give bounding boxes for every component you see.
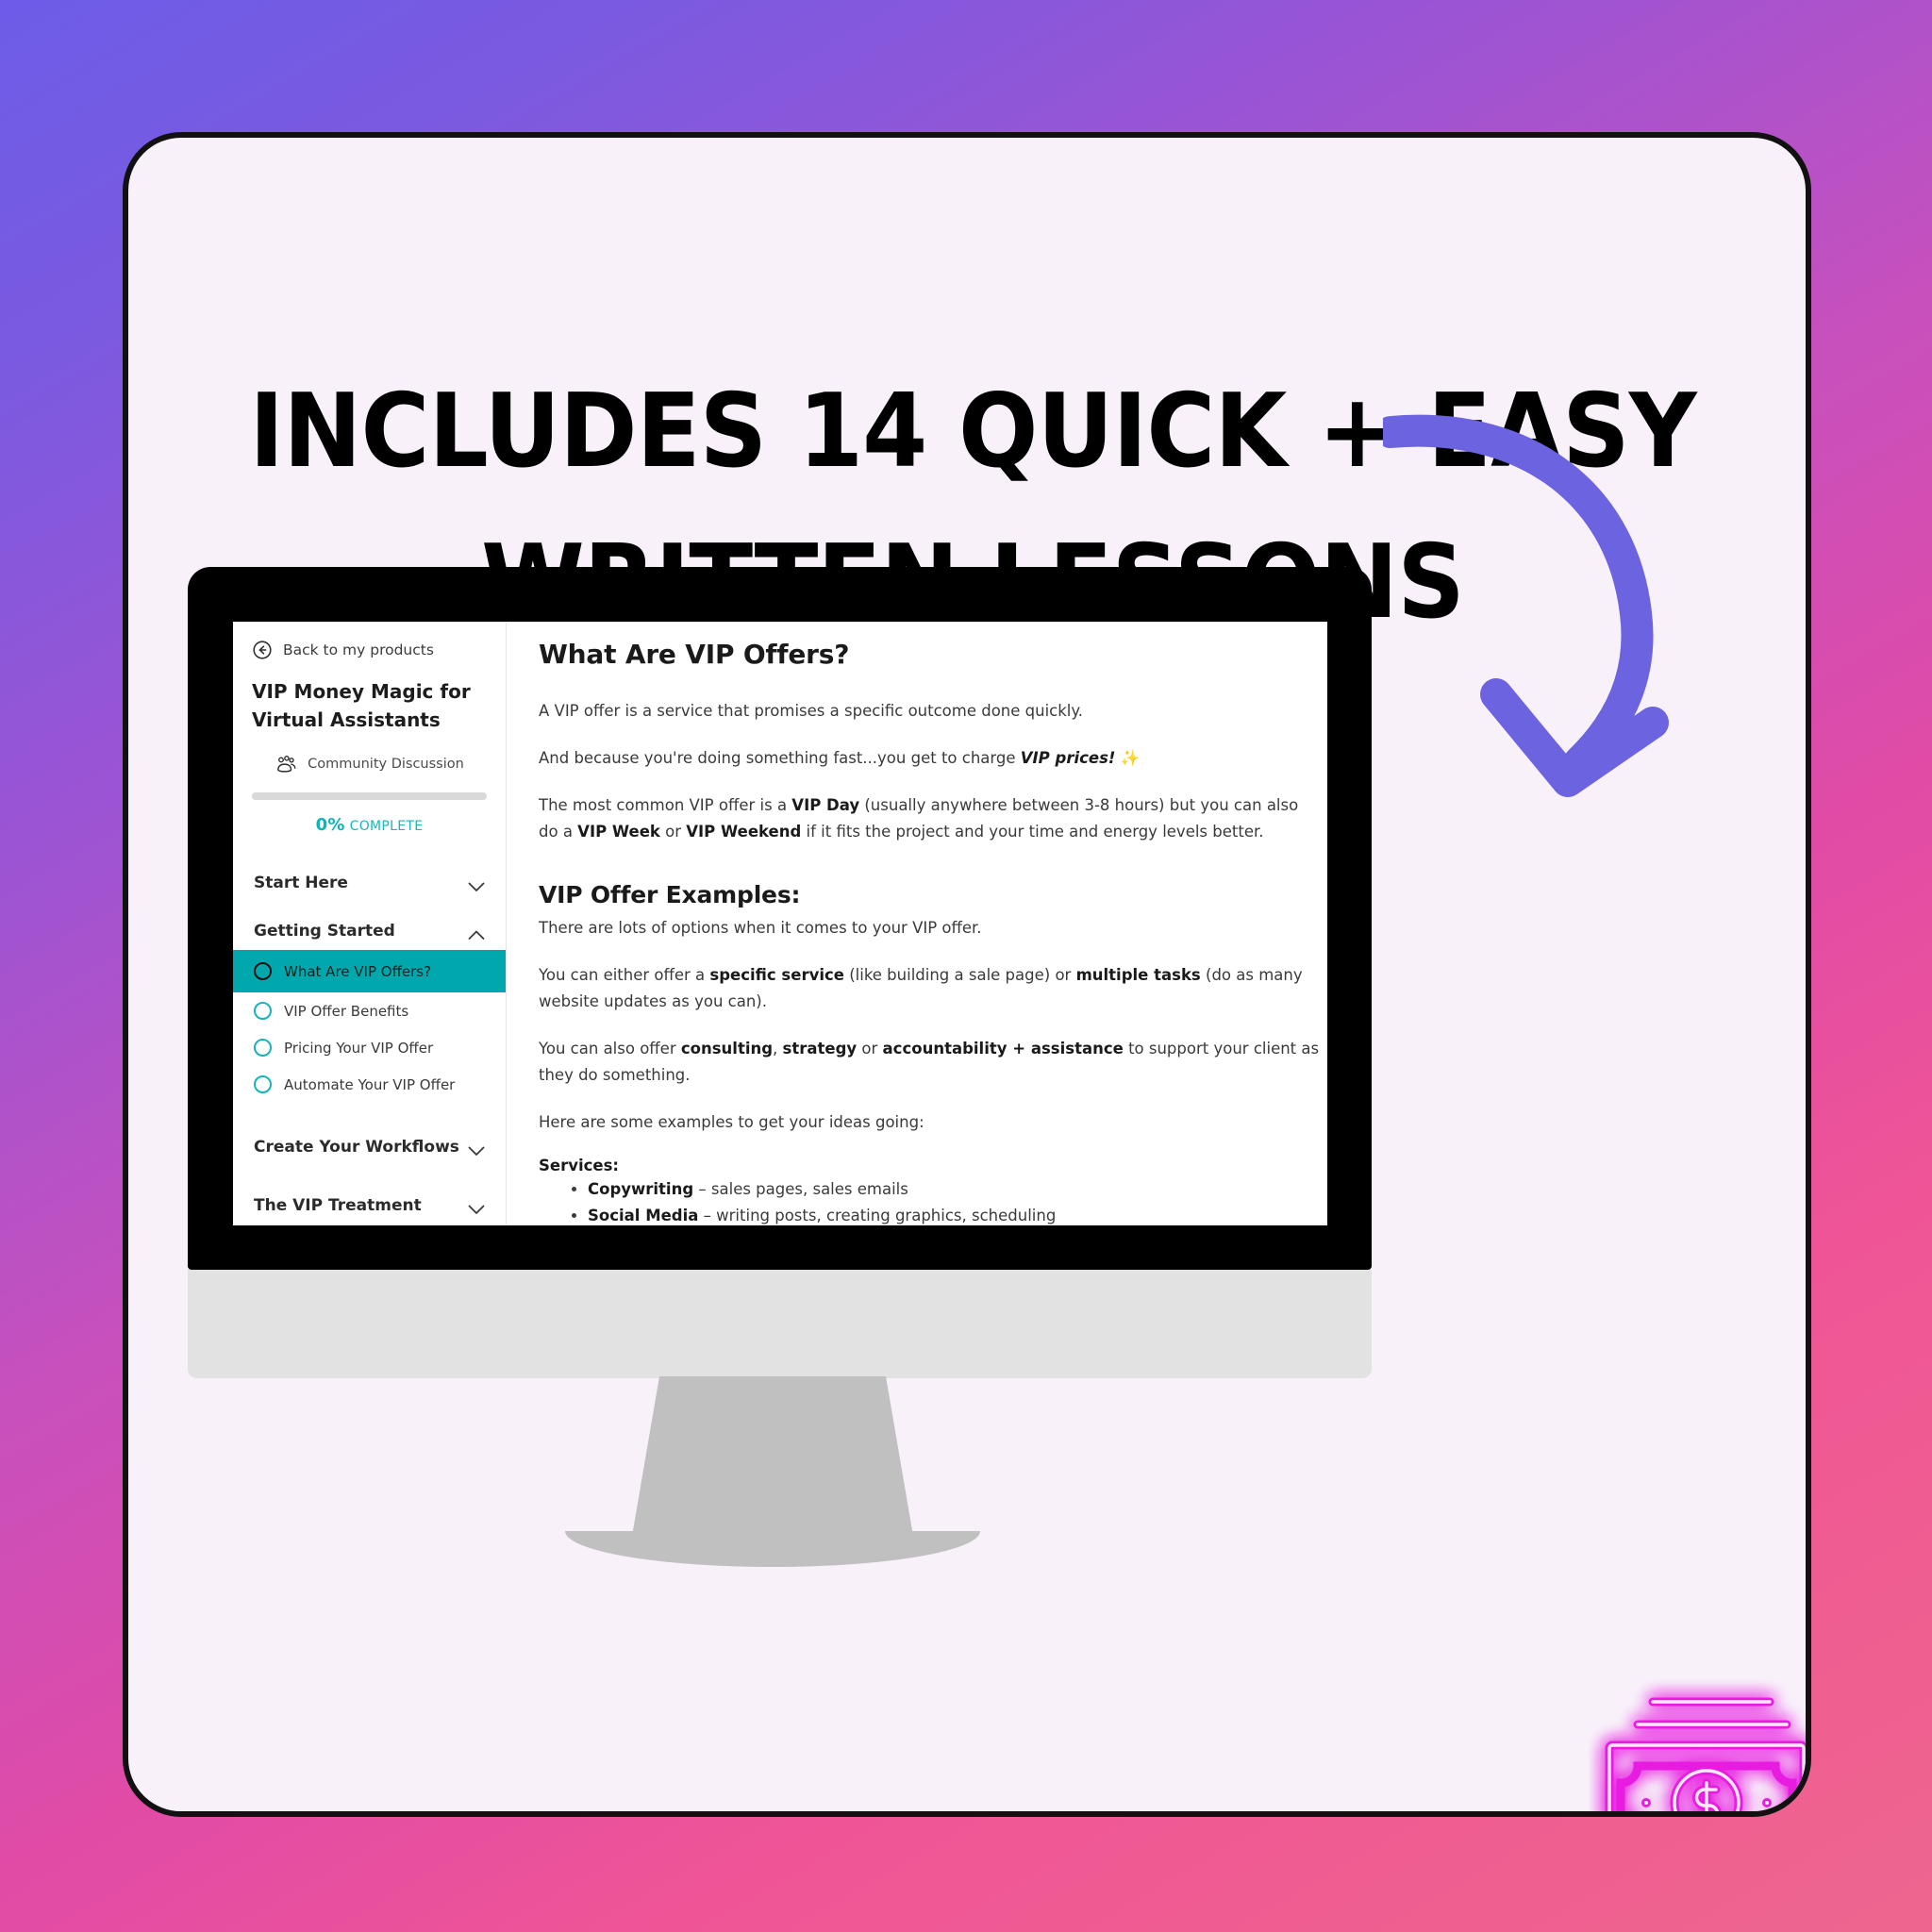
services-list: Copywriting – sales pages, sales emails … xyxy=(588,1176,1327,1225)
progress-bar xyxy=(252,792,487,800)
chevron-down-icon xyxy=(468,878,485,891)
paragraph-6-bold-accountability: accountability + assistance xyxy=(882,1040,1124,1058)
lesson-label: Automate Your VIP Offer xyxy=(284,1075,456,1093)
community-people-icon xyxy=(275,755,297,774)
monitor-screen: Back to my products VIP Money Magic for … xyxy=(233,622,1327,1225)
sidebar-section-label: Create Your Workflows xyxy=(254,1138,459,1157)
lesson-label: VIP Offer Benefits xyxy=(284,1002,409,1020)
sidebar-section-getting-started[interactable]: Getting Started xyxy=(233,908,506,950)
sidebar-lesson-what-are-vip-offers[interactable]: What Are VIP Offers? xyxy=(233,950,506,992)
paragraph-5-text-b: (like building a sale page) or xyxy=(843,966,1076,984)
lesson-status-circle-icon xyxy=(254,1075,272,1093)
lesson-paragraph-4: There are lots of options when it comes … xyxy=(539,919,982,937)
chevron-up-icon xyxy=(468,926,485,940)
monitor-stand-column xyxy=(631,1376,914,1541)
sidebar-section-label: Getting Started xyxy=(254,922,395,941)
lesson-paragraph-1: A VIP offer is a service that promises a… xyxy=(539,702,1084,720)
community-discussion-label: Community Discussion xyxy=(308,757,464,772)
paragraph-3-bold-vip-weekend: VIP Weekend xyxy=(686,823,802,841)
service-term: Social Media xyxy=(588,1207,699,1224)
lesson-paragraph-6: You can also offer consulting, strategy … xyxy=(539,1036,1322,1089)
paragraph-6-text-b: , xyxy=(773,1040,783,1058)
lesson-subheading: VIP Offer Examples: xyxy=(539,881,801,908)
service-desc: – sales pages, sales emails xyxy=(693,1180,908,1198)
chevron-down-icon xyxy=(468,1142,485,1156)
lesson-paragraph-5: You can either offer a specific service … xyxy=(539,962,1322,1015)
paragraph-6-bold-strategy: strategy xyxy=(782,1040,858,1058)
back-to-products-link[interactable]: Back to my products xyxy=(233,622,506,675)
course-title: VIP Money Magic for Virtual Assistants xyxy=(252,680,471,731)
lesson-content: What Are VIP Offers? A VIP offer is a se… xyxy=(507,622,1327,1225)
sidebar-lesson-pricing-your-vip-offer[interactable]: Pricing Your VIP Offer xyxy=(233,1029,506,1066)
paragraph-6-text-c: or xyxy=(857,1040,883,1058)
poster-card: INCLUDES 14 QUICK + EASY WRITTEN LESSONS xyxy=(123,132,1811,1817)
sidebar-section-label: The VIP Treatment xyxy=(254,1196,422,1215)
sidebar-section-label: Start Here xyxy=(254,874,348,892)
paragraph-6-bold-consulting: consulting xyxy=(680,1040,774,1058)
monitor-stand-base xyxy=(565,1531,980,1567)
neon-banknote-dollar-icon xyxy=(1589,1675,1806,1811)
paragraph-3-text-d: if it fits the project and your time and… xyxy=(801,823,1264,841)
sidebar-lesson-vip-offer-benefits[interactable]: VIP Offer Benefits xyxy=(233,992,506,1029)
progress-percent: 0% xyxy=(315,815,345,835)
service-term: Copywriting xyxy=(588,1180,694,1198)
service-desc: – writing posts, creating graphics, sche… xyxy=(698,1207,1057,1224)
lesson-status-circle-icon xyxy=(254,962,272,980)
monitor-mockup: Back to my products VIP Money Magic for … xyxy=(188,567,1372,1605)
community-discussion-link[interactable]: Community Discussion xyxy=(233,734,506,789)
services-label: Services: xyxy=(539,1157,620,1174)
chevron-down-icon xyxy=(468,1201,485,1214)
progress-label: 0% COMPLETE xyxy=(233,800,506,835)
paragraph-6-text-a: You can also offer xyxy=(539,1040,681,1058)
paragraph-5-bold-specific-service: specific service xyxy=(709,966,844,984)
back-link-label: Back to my products xyxy=(283,641,434,658)
lesson-paragraph-3: The most common VIP offer is a VIP Day (… xyxy=(539,792,1322,845)
paragraph-3-bold-vip-week: VIP Week xyxy=(577,823,660,841)
progress-word: COMPLETE xyxy=(349,819,424,834)
paragraph-2-text-a: And because you're doing something fast.… xyxy=(539,749,1021,767)
sidebar-section-create-your-workflows[interactable]: Create Your Workflows xyxy=(233,1122,506,1173)
lesson-status-circle-icon xyxy=(254,1039,272,1057)
headline-line-1: INCLUDES 14 QUICK + EASY xyxy=(249,373,1696,491)
sidebar-section-start-here[interactable]: Start Here xyxy=(233,858,506,908)
paragraph-5-text-a: You can either offer a xyxy=(539,966,710,984)
monitor-stand-neck xyxy=(188,1270,1372,1378)
paragraph-2-text-b: ✨ xyxy=(1115,749,1141,767)
lesson-heading: What Are VIP Offers? xyxy=(539,639,850,670)
list-item: Social Media – writing posts, creating g… xyxy=(588,1203,1327,1225)
course-sidebar: Back to my products VIP Money Magic for … xyxy=(233,622,507,1225)
list-item: Copywriting – sales pages, sales emails xyxy=(588,1176,1327,1202)
sidebar-section-the-vip-treatment[interactable]: The VIP Treatment xyxy=(233,1180,506,1225)
lesson-status-circle-icon xyxy=(254,1002,272,1020)
back-circle-arrow-icon xyxy=(252,640,273,660)
paragraph-2-emphasis: VIP prices! xyxy=(1020,749,1116,767)
lesson-label: What Are VIP Offers? xyxy=(284,962,432,980)
sidebar-lesson-automate-your-vip-offer[interactable]: Automate Your VIP Offer xyxy=(233,1066,506,1103)
lesson-paragraph-2: And because you're doing something fast.… xyxy=(539,745,1327,772)
paragraph-5-bold-multiple-tasks: multiple tasks xyxy=(1075,966,1201,984)
paragraph-3-text-c: or xyxy=(659,823,687,841)
lesson-paragraph-7: Here are some examples to get your ideas… xyxy=(539,1113,924,1131)
paragraph-3-bold-vip-day: VIP Day xyxy=(791,796,860,814)
paragraph-3-text-a: The most common VIP offer is a xyxy=(539,796,792,814)
lesson-label: Pricing Your VIP Offer xyxy=(284,1039,434,1057)
